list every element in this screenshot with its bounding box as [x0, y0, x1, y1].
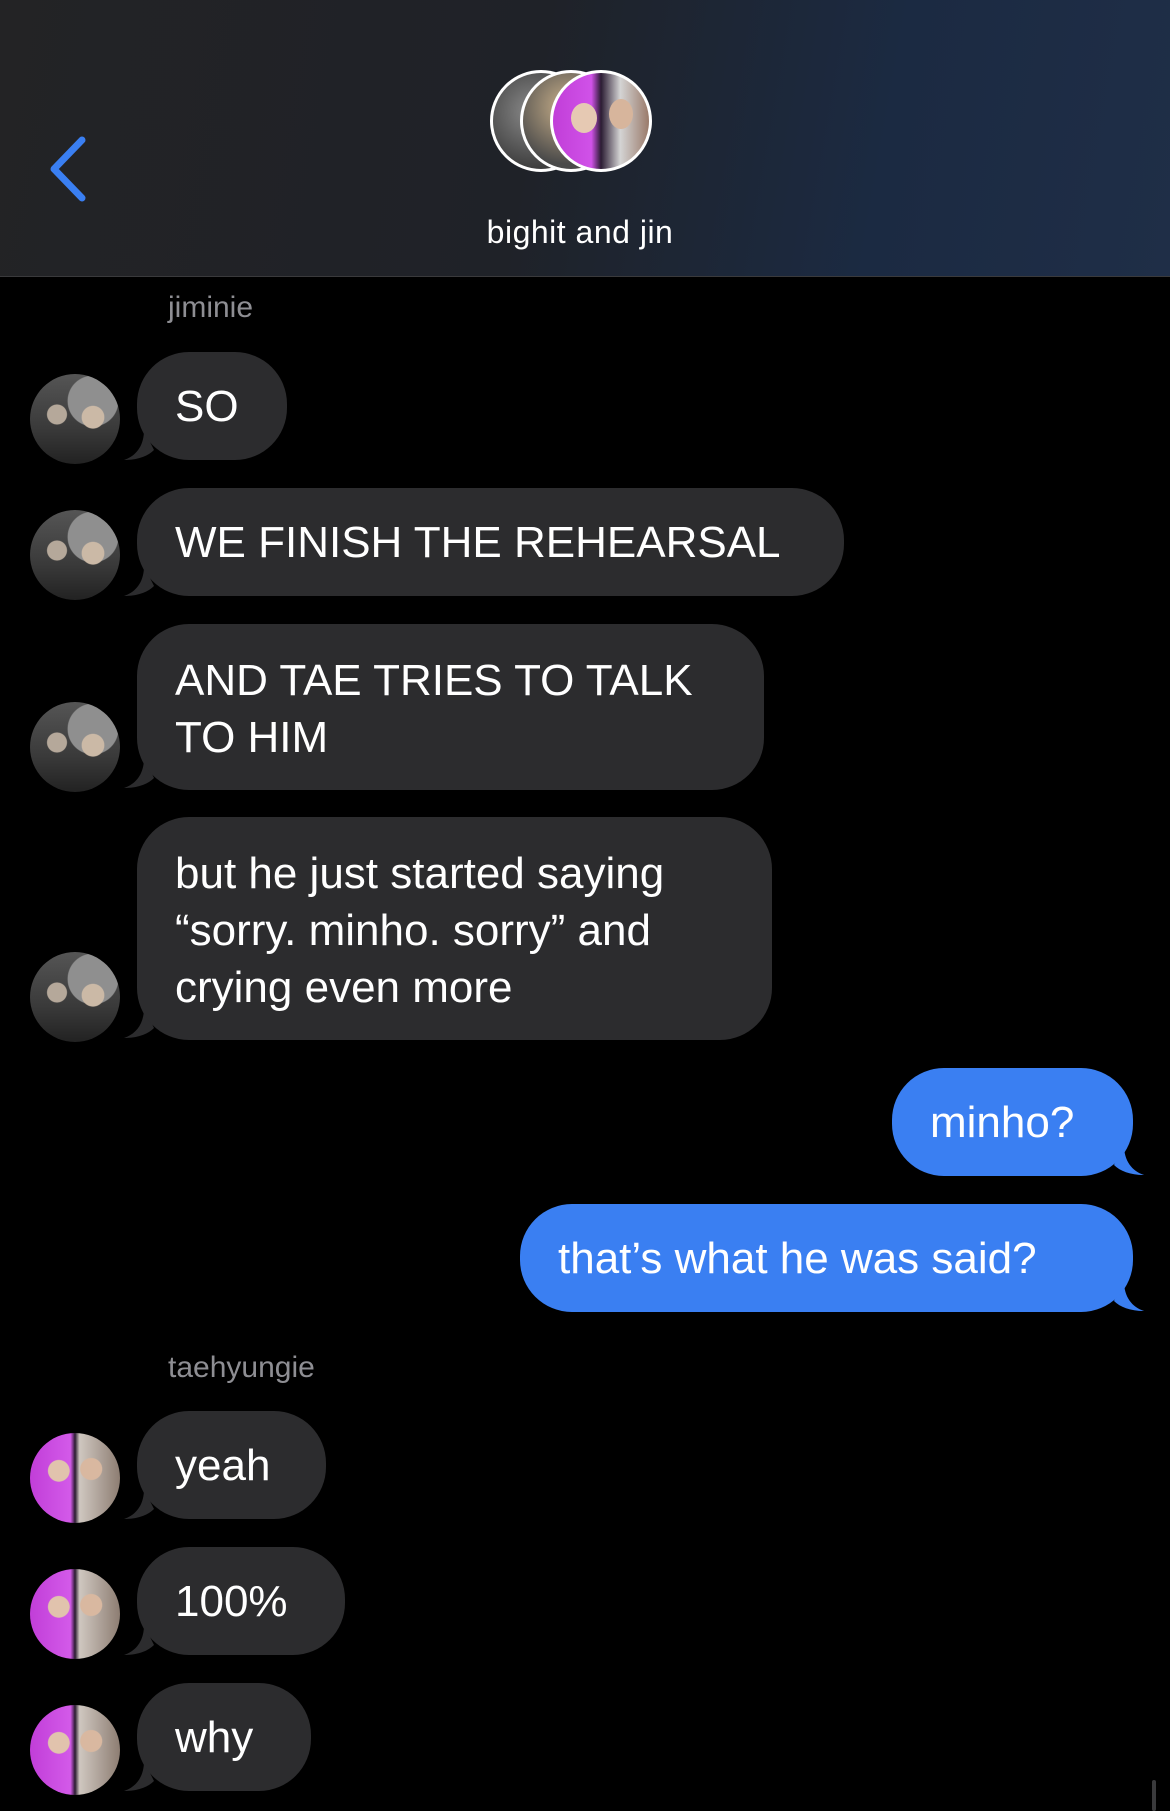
- chevron-left-icon[interactable]: [44, 132, 94, 206]
- avatar[interactable]: [30, 952, 120, 1042]
- message-text: why: [175, 1712, 254, 1762]
- avatar[interactable]: [30, 374, 120, 464]
- group-member-avatar: [550, 70, 652, 172]
- conversation-title[interactable]: bighit and jin: [0, 214, 1160, 251]
- avatar[interactable]: [30, 1433, 120, 1523]
- avatar[interactable]: [30, 1705, 120, 1795]
- message-bubble[interactable]: WE FINISH THE REHEARSAL: [137, 488, 844, 596]
- sender-name: taehyungie: [168, 1351, 315, 1384]
- scrollbar[interactable]: [1152, 1780, 1156, 1811]
- message-bubble[interactable]: yeah: [137, 1411, 326, 1519]
- message-text: 100%: [175, 1576, 288, 1626]
- message-bubble[interactable]: but he just started saying “sorry. minho…: [137, 817, 772, 1040]
- avatar[interactable]: [30, 510, 120, 600]
- sender-name: jiminie: [168, 291, 254, 324]
- message-text: SO: [175, 381, 239, 431]
- message-text: that’s what he was said?: [558, 1233, 1037, 1283]
- message-bubble[interactable]: AND TAE TRIES TO TALK TO HIM: [137, 624, 764, 790]
- message-text: but he just started saying “sorry. minho…: [175, 849, 665, 1012]
- message-text: AND TAE TRIES TO TALK TO HIM: [175, 656, 693, 762]
- avatar[interactable]: [30, 1569, 120, 1659]
- message-text: minho?: [930, 1097, 1075, 1147]
- message-bubble[interactable]: 100%: [137, 1547, 345, 1655]
- group-avatar[interactable]: [490, 70, 680, 172]
- message-text: yeah: [175, 1440, 271, 1490]
- message-bubble[interactable]: why: [137, 1683, 311, 1791]
- message-bubble[interactable]: SO: [137, 352, 287, 460]
- message-bubble-outgoing[interactable]: that’s what he was said?: [520, 1204, 1133, 1312]
- avatar[interactable]: [30, 702, 120, 792]
- message-bubble-outgoing[interactable]: minho?: [892, 1068, 1133, 1176]
- message-text: WE FINISH THE REHEARSAL: [175, 517, 781, 567]
- chat-header: bighit and jin: [0, 0, 1170, 277]
